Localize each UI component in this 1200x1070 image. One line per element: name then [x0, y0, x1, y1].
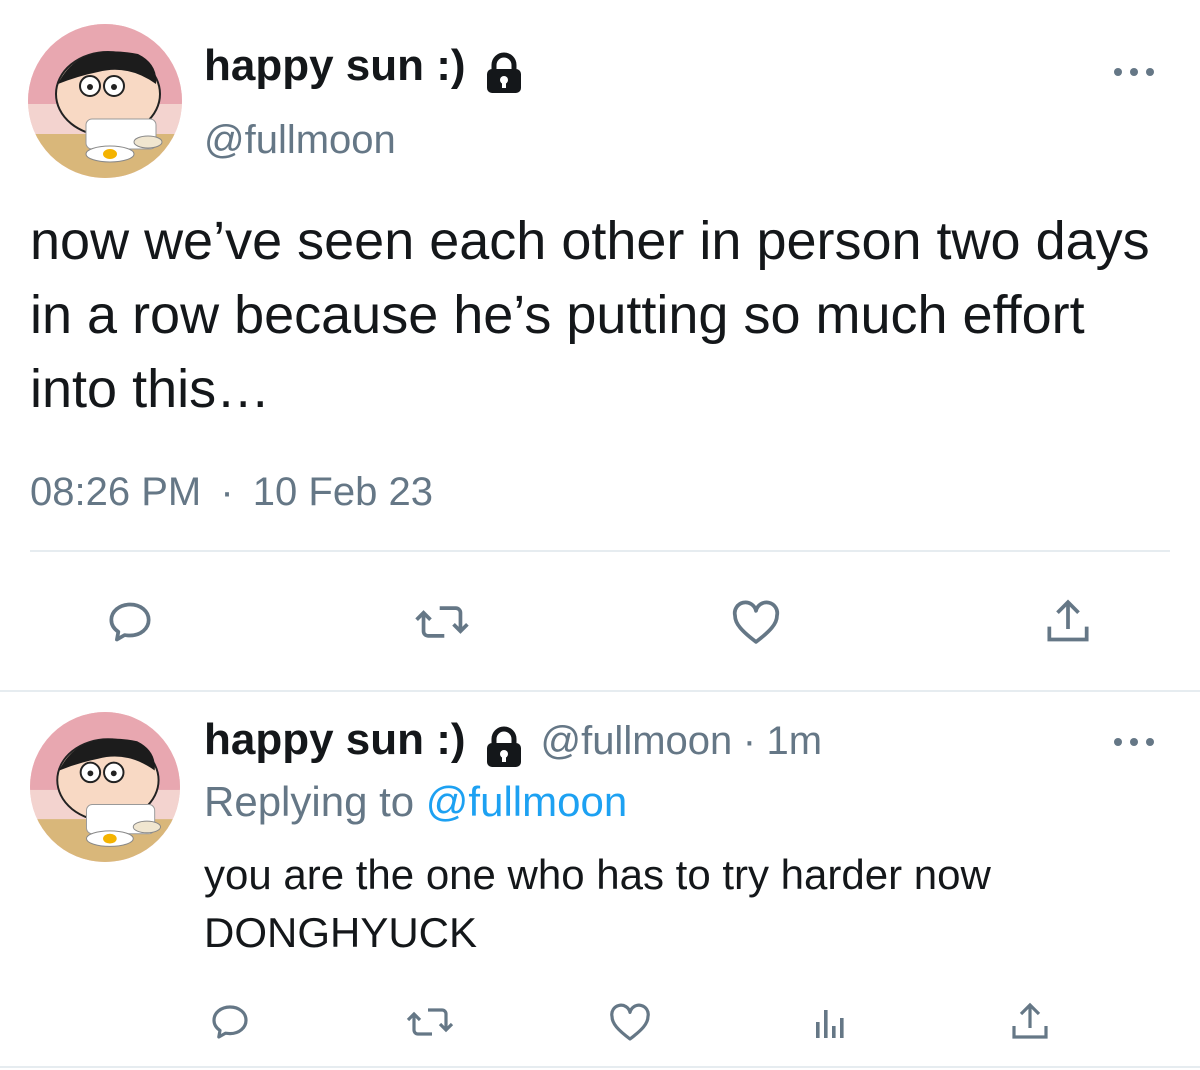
- tweet-date: 10 Feb 23: [252, 470, 433, 514]
- reply-icon: [212, 1005, 248, 1039]
- tweet-text: now we’ve seen each other in person two …: [30, 211, 1150, 419]
- tweet-separator: [0, 690, 1200, 692]
- display-name[interactable]: happy sun :): [204, 41, 466, 90]
- divider: [30, 550, 1170, 552]
- lock-icon: [482, 726, 526, 773]
- analytics-icon: [816, 1010, 844, 1038]
- heart-icon: [732, 600, 780, 644]
- heart-icon: [610, 1003, 650, 1041]
- retweet-button[interactable]: [402, 994, 458, 1050]
- avatar[interactable]: [30, 712, 180, 862]
- handle[interactable]: @fullmoon: [540, 719, 732, 763]
- like-button[interactable]: [602, 994, 658, 1050]
- author-line: happy sun :): [204, 44, 526, 99]
- replying-prefix: Replying to: [204, 778, 415, 825]
- handle[interactable]: @fullmoon: [204, 120, 396, 160]
- retweet-button[interactable]: [410, 590, 474, 654]
- retweet-icon: [415, 606, 469, 638]
- analytics-button[interactable]: [802, 994, 858, 1050]
- share-icon: [1047, 599, 1089, 642]
- meta-separator: ·: [220, 470, 234, 514]
- share-icon: [1012, 1002, 1048, 1039]
- lock-icon: [482, 52, 526, 99]
- more-icon[interactable]: [1110, 62, 1158, 87]
- reply-text: you are the one who has to try harder no…: [204, 851, 991, 956]
- reply-age[interactable]: 1m: [767, 719, 823, 763]
- reply-button[interactable]: [98, 590, 162, 654]
- retweet-icon: [406, 1008, 454, 1036]
- tweet-timestamp[interactable]: 08:26 PM · 10 Feb 23: [30, 470, 433, 515]
- replying-to: Replying to @fullmoon: [204, 778, 627, 826]
- like-button[interactable]: [724, 590, 788, 654]
- avatar[interactable]: [28, 24, 182, 178]
- meta-separator: ·: [742, 719, 757, 763]
- share-button[interactable]: [1002, 994, 1058, 1050]
- reply-button[interactable]: [202, 994, 258, 1050]
- replying-to-link[interactable]: @fullmoon: [426, 778, 627, 825]
- tweet-time: 08:26 PM: [30, 470, 202, 514]
- bottom-divider: [0, 1066, 1200, 1068]
- share-button[interactable]: [1036, 590, 1100, 654]
- reply-icon: [109, 602, 151, 642]
- display-name[interactable]: happy sun :): [204, 715, 466, 764]
- more-icon[interactable]: [1110, 732, 1158, 757]
- reply-author-line: happy sun :) @fullmoon · 1m: [204, 718, 822, 773]
